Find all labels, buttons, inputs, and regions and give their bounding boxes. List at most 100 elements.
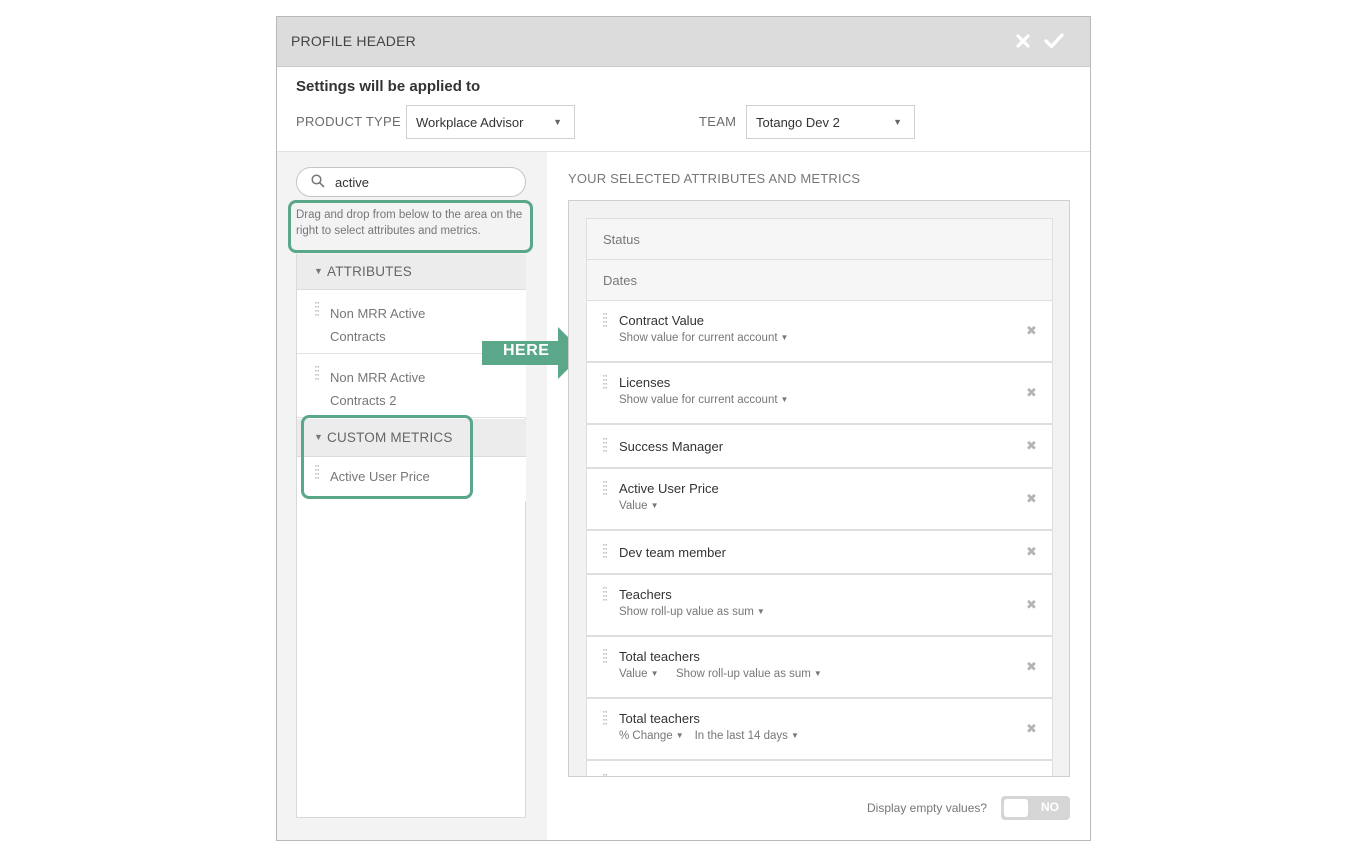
selected-item-name: Active User Price: [619, 481, 719, 496]
caret-down-icon: ▼: [675, 731, 684, 740]
selected-item-option-dropdown[interactable]: Show roll-up value as sum ▼: [619, 606, 765, 618]
drag-handle-icon[interactable]: [603, 649, 607, 663]
caret-down-icon: ▼: [780, 395, 789, 404]
drag-handle-icon[interactable]: [603, 711, 607, 725]
team-label: TEAM: [699, 114, 737, 129]
selected-item-name: Dev team member: [619, 545, 726, 560]
attributes-group-label: ATTRIBUTES: [327, 264, 413, 279]
selected-section-title: YOUR SELECTED ATTRIBUTES AND METRICS: [568, 171, 861, 186]
remove-icon[interactable]: ✖: [1026, 597, 1037, 613]
product-type-value: Workplace Advisor: [416, 115, 524, 130]
selected-item-row[interactable]: Total teachers% Change ▼ In the last 14 da…: [586, 698, 1053, 760]
chevron-down-icon: ▼: [553, 117, 562, 127]
fixed-section-row: Status: [586, 218, 1053, 260]
remove-icon[interactable]: ✖: [1026, 438, 1037, 454]
remove-icon[interactable]: ✖: [1026, 385, 1037, 401]
product-type-select[interactable]: Workplace Advisor ▼: [406, 105, 575, 139]
selected-item-row[interactable]: Active User Price Value ▼ ✖: [586, 468, 1053, 530]
selected-item-option-dropdown[interactable]: Show value for current account ▼: [619, 332, 788, 344]
selected-item-row[interactable]: Dev team member ✖: [586, 530, 1053, 574]
remove-icon[interactable]: ✖: [1026, 659, 1037, 675]
drag-handle-icon[interactable]: [603, 587, 607, 601]
selected-item-row[interactable]: Licenses Show value for current account ▼ ✖: [586, 362, 1053, 424]
selected-item-row[interactable]: Contract Renewal Date ✖: [586, 760, 1053, 777]
fixed-section-row: Dates: [586, 259, 1053, 301]
remove-icon[interactable]: ✖: [1026, 491, 1037, 507]
fixed-section-label: Dates: [603, 273, 637, 288]
drag-handle-icon: [315, 366, 319, 380]
dialog-title: PROFILE HEADER: [291, 33, 416, 49]
display-empty-values-label: Display empty values?: [867, 801, 988, 815]
drag-handle-icon[interactable]: [603, 313, 607, 327]
attribute-item-label: Non MRR Active Contracts: [330, 306, 426, 344]
option-dropdown-label: In the last 14 days: [694, 730, 788, 742]
selected-item-option-dropdown[interactable]: Show roll-up value as sum ▼: [676, 668, 822, 680]
selected-item-name: Teachers: [619, 587, 672, 602]
selected-item-name: Total teachers: [619, 649, 700, 664]
caret-down-icon: ▼: [756, 607, 765, 616]
toggle-state-label: NO: [1041, 800, 1059, 814]
drag-handle-icon[interactable]: [603, 438, 607, 452]
search-icon: [311, 174, 325, 188]
toggle-knob: [1004, 799, 1028, 817]
selected-item-name: Contract Value: [619, 313, 705, 328]
drag-handle-icon[interactable]: [603, 375, 607, 389]
remove-icon[interactable]: ✖: [1026, 721, 1037, 737]
help-text-highlight: [288, 200, 533, 253]
selected-item-option-dropdown[interactable]: In the last 14 days ▼: [695, 730, 799, 742]
settings-title: Settings will be applied to: [296, 78, 481, 95]
option-dropdown-label: Show value for current account: [619, 394, 778, 406]
caret-down-icon: ▼: [650, 669, 659, 678]
attributes-group-header[interactable]: ▼ ATTRIBUTES: [297, 254, 526, 290]
remove-icon[interactable]: ✖: [1026, 774, 1037, 776]
custom-metrics-highlight: [301, 415, 473, 499]
here-callout-label: HERE: [503, 342, 550, 359]
selected-items-dropzone[interactable]: Status Dates Contract Value Show value for …: [568, 200, 1070, 777]
caret-down-icon: ▼: [314, 266, 323, 276]
option-dropdown-label: Value: [619, 668, 648, 680]
team-value: Totango Dev 2: [756, 115, 840, 130]
selected-items-list: Status Dates Contract Value Show value for …: [586, 218, 1053, 777]
selected-item-option-dropdown[interactable]: Show value for current account ▼: [619, 394, 788, 406]
check-icon[interactable]: [1043, 31, 1064, 51]
dialog-header: PROFILE HEADER: [277, 17, 1090, 67]
settings-section: Settings will be applied to PRODUCT TYPE…: [277, 68, 1090, 152]
remove-icon[interactable]: ✖: [1026, 544, 1037, 560]
selected-item-row[interactable]: Total teachers Value ▼ Show roll-up value a…: [586, 636, 1053, 698]
selected-item-option-dropdown[interactable]: % Change ▼: [619, 730, 684, 742]
option-dropdown-label: % Change: [619, 730, 673, 742]
selected-item-row[interactable]: Success Manager ✖: [586, 424, 1053, 468]
drag-handle-icon[interactable]: [603, 544, 607, 558]
option-dropdown-label: Show roll-up value as sum: [619, 606, 754, 618]
selected-item-row[interactable]: Teachers Show roll-up value as sum ▼ ✖: [586, 574, 1053, 636]
search-box: [296, 167, 526, 197]
chevron-down-icon: ▼: [893, 117, 902, 127]
option-dropdown-label: Show roll-up value as sum: [676, 668, 811, 680]
selected-item-name: Success Manager: [619, 439, 724, 454]
search-input[interactable]: [335, 173, 515, 191]
selected-item-name: Contract Renewal Date: [619, 775, 753, 776]
option-dropdown-label: Value: [619, 500, 648, 512]
product-type-label: PRODUCT TYPE: [296, 114, 401, 129]
display-empty-values-toggle[interactable]: NO: [1001, 796, 1070, 820]
profile-header-dialog: PROFILE HEADER Settings will be applied …: [276, 16, 1091, 841]
selected-item-name: Licenses: [619, 375, 671, 390]
selected-item-option-dropdown[interactable]: Value ▼: [619, 500, 658, 512]
selected-item-name: Total teachers: [619, 711, 700, 726]
drag-handle-icon[interactable]: [603, 481, 607, 495]
close-icon[interactable]: [1013, 31, 1033, 51]
remove-icon[interactable]: ✖: [1026, 323, 1037, 339]
selected-item-row[interactable]: Contract Value Show value for current acc…: [586, 300, 1053, 362]
available-items-panel: Drag and drop from below to the area on …: [277, 152, 547, 840]
attribute-item-label: Non MRR Active Contracts 2: [330, 370, 426, 408]
team-select[interactable]: Totango Dev 2 ▼: [746, 105, 915, 139]
caret-down-icon: ▼: [813, 669, 822, 678]
caret-down-icon: ▼: [780, 333, 789, 342]
caret-down-icon: ▼: [650, 501, 659, 510]
selected-item-option-dropdown[interactable]: Value ▼: [619, 668, 658, 680]
drag-handle-icon[interactable]: [603, 774, 607, 777]
caret-down-icon: ▼: [790, 731, 799, 740]
fixed-section-label: Status: [603, 232, 640, 247]
option-dropdown-label: Show value for current account: [619, 332, 778, 344]
drag-handle-icon: [315, 302, 319, 316]
